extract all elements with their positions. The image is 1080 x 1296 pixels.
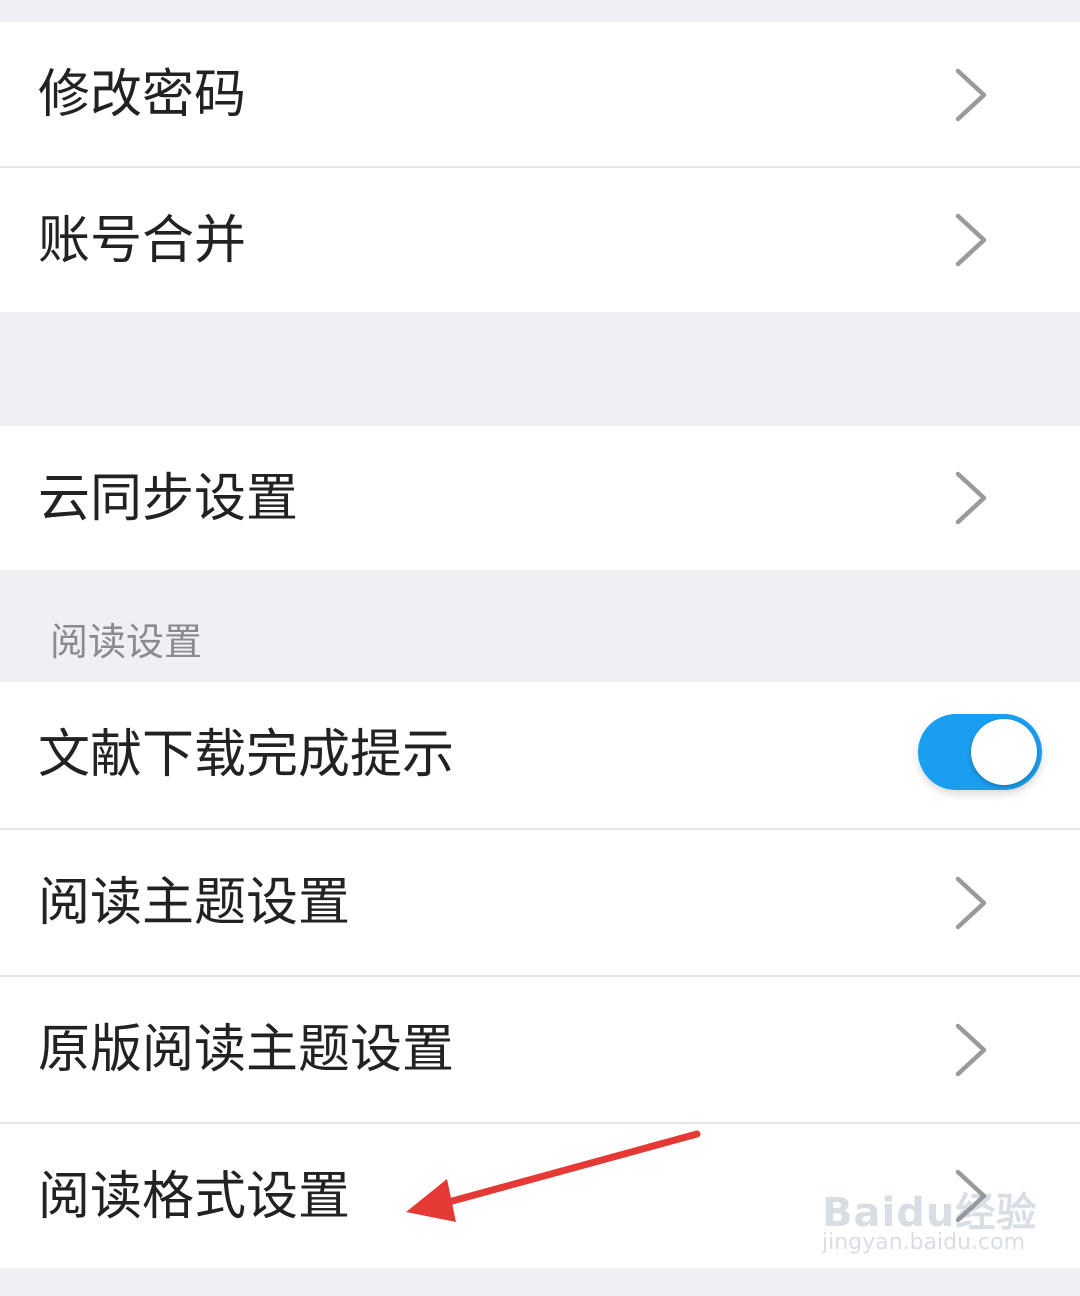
sync-group: 云同步设置 <box>0 426 1080 570</box>
change-password-label: 修改密码 <box>38 65 247 125</box>
account-group: 修改密码 账号合并 <box>0 22 1080 312</box>
chevron-right-icon <box>955 68 987 122</box>
reading-format-label: 阅读格式设置 <box>38 1167 351 1227</box>
download-notice-toggle[interactable] <box>918 714 1042 790</box>
baidu-watermark: Baidu经验 jingyan.baidu.com <box>822 1180 1036 1270</box>
reading-theme-label: 阅读主题设置 <box>38 873 351 933</box>
download-notice-label: 文献下载完成提示 <box>38 725 455 785</box>
account-merge-row[interactable]: 账号合并 <box>0 168 1080 312</box>
change-password-row[interactable]: 修改密码 <box>0 22 1080 168</box>
chevron-right-icon <box>955 1023 987 1077</box>
cloud-sync-label: 云同步设置 <box>38 469 299 529</box>
account-merge-label: 账号合并 <box>38 211 247 271</box>
reading-theme-row[interactable]: 阅读主题设置 <box>0 830 1080 976</box>
reading-settings-header: 阅读设置 <box>50 620 203 664</box>
cloud-sync-row[interactable]: 云同步设置 <box>0 426 1080 570</box>
original-reading-theme-label: 原版阅读主题设置 <box>38 1020 455 1080</box>
watermark-url: jingyan.baidu.com <box>822 1230 1026 1255</box>
chevron-right-icon <box>955 876 987 930</box>
chevron-right-icon <box>955 213 987 267</box>
toggle-knob <box>971 719 1037 785</box>
original-reading-theme-row[interactable]: 原版阅读主题设置 <box>0 977 1080 1123</box>
chevron-right-icon <box>955 471 987 525</box>
